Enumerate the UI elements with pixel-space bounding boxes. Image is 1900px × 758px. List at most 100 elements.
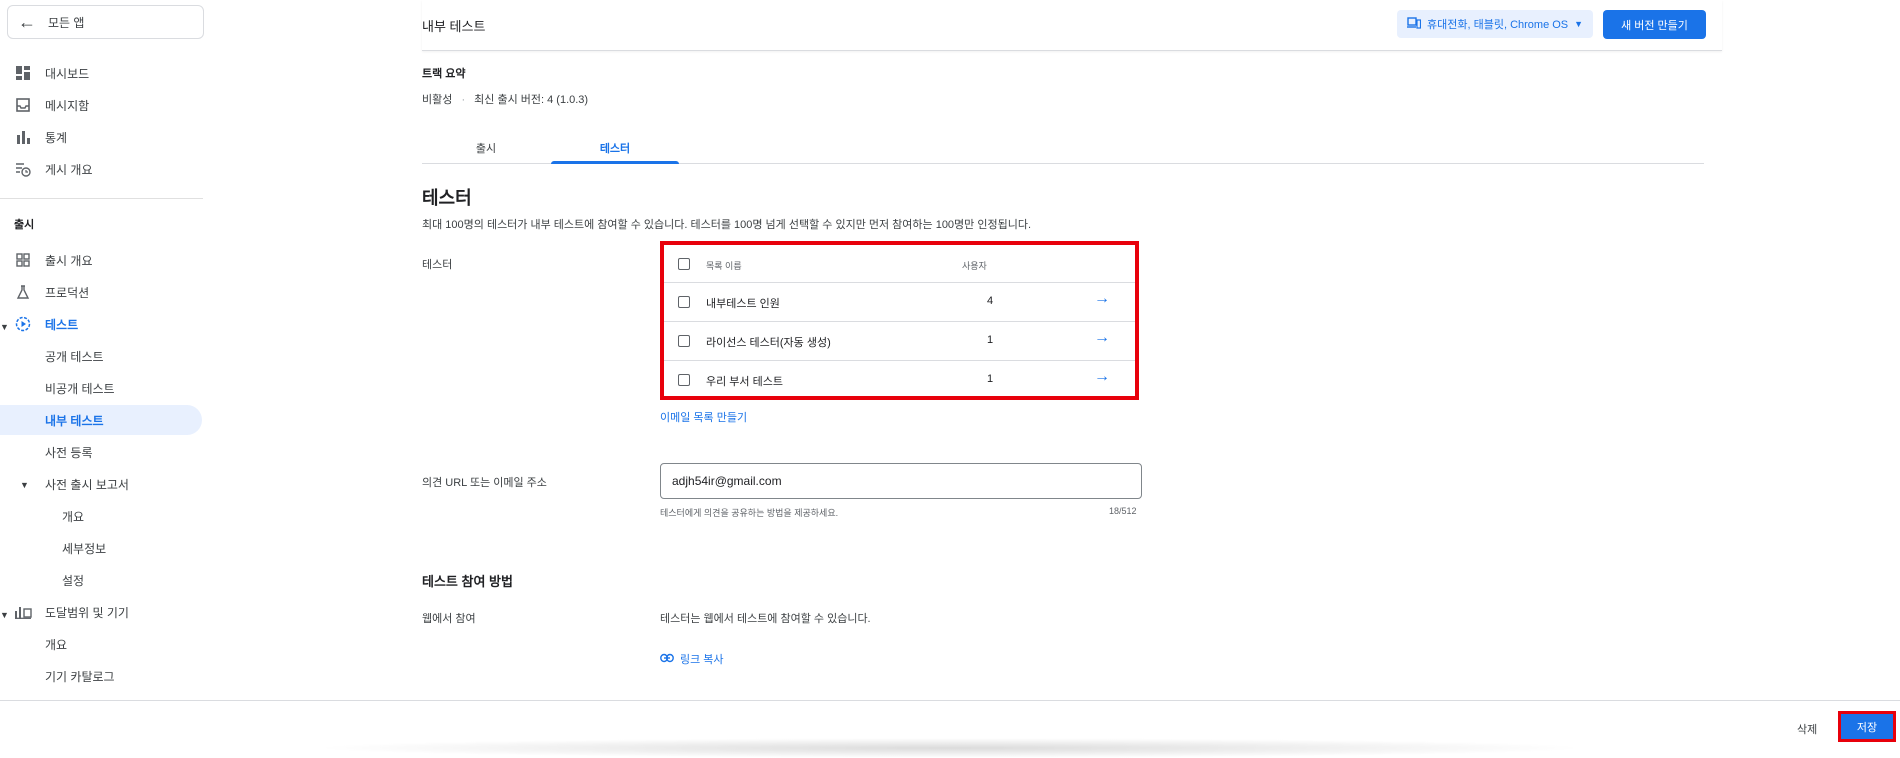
row-checkbox[interactable]: [678, 335, 690, 347]
sidebar-item-label: 설정: [62, 573, 85, 588]
production-icon: [14, 283, 32, 301]
sidebar-item-open-testing[interactable]: 공개 테스트: [0, 341, 202, 371]
testers-label: 테스터: [422, 259, 453, 271]
sidebar-item-label: 테스트: [45, 317, 79, 332]
save-button[interactable]: 저장: [1838, 711, 1896, 742]
sidebar-item-label: 통계: [45, 130, 68, 145]
track-summary-title: 트랙 요약: [422, 68, 466, 80]
testing-icon: [14, 315, 32, 333]
back-arrow-icon: ←: [18, 11, 36, 32]
page-header: 내부 테스트 휴대전화, 태블릿, Chrome OS ▼ 새 버전 만들기: [422, 0, 1722, 51]
sidebar-item-label: 기기 카탈로그: [45, 669, 115, 684]
sidebar-item-label: 프로덕션: [45, 285, 90, 300]
sidebar-item-label: 사전 등록: [45, 445, 93, 460]
latest-release-version: 최신 출시 버전: 4 (1.0.3): [474, 94, 589, 106]
user-count: 1: [987, 373, 994, 385]
sidebar-item-prelaunch-settings[interactable]: 설정: [0, 565, 202, 595]
tab-bar: 출시 테스터: [422, 134, 1704, 164]
device-type-dropdown[interactable]: 휴대전화, 태블릿, Chrome OS ▼: [1397, 10, 1593, 38]
devices-icon: [1407, 16, 1422, 32]
sidebar-item-release-overview[interactable]: 출시 개요: [0, 245, 202, 275]
track-summary-line: 비활성 · 최신 출시 버전: 4 (1.0.3): [422, 91, 588, 107]
feedback-label: 의견 URL 또는 이메일 주소: [422, 477, 547, 489]
sidebar-item-label: 메시지함: [45, 98, 90, 113]
sidebar-item-prelaunch-details[interactable]: 세부정보: [0, 533, 202, 563]
sidebar-section-release: 출시: [14, 219, 35, 231]
sidebar-item-label: 공개 테스트: [45, 349, 104, 364]
sidebar-item-label: 대시보드: [45, 66, 90, 81]
feedback-url-input[interactable]: [660, 463, 1142, 499]
character-counter: 18/512: [1109, 506, 1137, 516]
row-checkbox[interactable]: [678, 296, 690, 308]
all-apps-label: 모든 앱: [48, 15, 85, 30]
join-method-heading: 테스트 참여 방법: [422, 574, 513, 589]
user-count: 1: [987, 334, 994, 346]
arrow-right-icon[interactable]: →: [1094, 290, 1110, 308]
release-overview-icon: [14, 251, 32, 269]
device-type-label: 휴대전화, 태블릿, Chrome OS: [1427, 19, 1569, 31]
list-name: 라이선스 테스터(자동 생성): [706, 337, 831, 349]
track-status: 비활성: [422, 94, 453, 106]
publishing-overview-icon: [14, 160, 32, 178]
delete-button[interactable]: 삭제: [1797, 721, 1817, 737]
chevron-down-icon: ▼: [1574, 19, 1584, 29]
table-row[interactable]: 우리 부서 테스트 1 →: [664, 361, 1135, 400]
sidebar-item-label: 내부 테스트: [45, 413, 104, 428]
tab-testers[interactable]: 테스터: [551, 140, 679, 156]
sidebar-item-reach-devices[interactable]: 도달범위 및 기기: [0, 597, 202, 627]
active-tab-indicator: [551, 161, 679, 164]
all-apps-button[interactable]: ← 모든 앱: [7, 5, 204, 39]
user-count: 4: [987, 295, 994, 307]
sidebar-item-label: 개요: [62, 509, 85, 524]
separator-dot: ·: [461, 94, 466, 106]
sidebar-item-closed-testing[interactable]: 비공개 테스트: [0, 373, 202, 403]
tab-releases[interactable]: 출시: [422, 140, 550, 156]
table-header: 목록 이름 사용자: [664, 245, 1135, 283]
testers-heading: 테스터: [422, 188, 472, 208]
sidebar-item-label: 개요: [45, 637, 68, 652]
testers-description: 최대 100명의 테스터가 내부 테스트에 참여할 수 있습니다. 테스터를 1…: [422, 219, 1032, 231]
sidebar-divider: [0, 198, 203, 199]
copy-link-button[interactable]: 링크 복사: [660, 651, 724, 667]
link-icon: [660, 653, 674, 666]
arrow-right-icon[interactable]: →: [1094, 368, 1110, 386]
sidebar-item-prelaunch-overview[interactable]: 개요: [0, 501, 202, 531]
sidebar-item-device-catalog[interactable]: 기기 카탈로그: [0, 661, 202, 691]
sidebar-item-publishing-overview[interactable]: 게시 개요: [0, 154, 202, 184]
sidebar-item-label: 게시 개요: [45, 162, 93, 177]
sidebar-item-internal-testing[interactable]: 내부 테스트: [0, 405, 202, 435]
tester-lists-table: 목록 이름 사용자 내부테스트 인원 4 → 라이선스 테스터(자동 생성) 1…: [660, 241, 1139, 400]
page-title: 내부 테스트: [422, 19, 486, 34]
join-on-web-text: 테스터는 웹에서 테스트에 참여할 수 있습니다.: [660, 613, 871, 625]
table-row[interactable]: 라이선스 테스터(자동 생성) 1 →: [664, 322, 1135, 361]
sidebar-item-statistics[interactable]: 통계: [0, 122, 202, 152]
sidebar-item-pre-launch-report[interactable]: 사전 출시 보고서: [0, 469, 202, 499]
list-name: 우리 부서 테스트: [706, 376, 783, 388]
select-all-checkbox[interactable]: [678, 258, 690, 270]
reach-devices-icon: [14, 603, 32, 621]
dashboard-icon: [14, 64, 32, 82]
sidebar-item-label: 비공개 테스트: [45, 381, 115, 396]
bar-chart-icon: [14, 128, 32, 146]
column-header-users: 사용자: [962, 261, 987, 271]
row-checkbox[interactable]: [678, 374, 690, 386]
sidebar-item-reach-overview[interactable]: 개요: [0, 629, 202, 659]
sidebar-item-pre-registration[interactable]: 사전 등록: [0, 437, 202, 467]
sidebar-item-label: 도달범위 및 기기: [45, 605, 129, 620]
sidebar-item-dashboard[interactable]: 대시보드: [0, 58, 202, 88]
arrow-right-icon[interactable]: →: [1094, 329, 1110, 347]
sidebar-item-production[interactable]: 프로덕션: [0, 277, 202, 307]
create-email-list-link[interactable]: 이메일 목록 만들기: [660, 409, 747, 425]
copy-link-label: 링크 복사: [680, 654, 724, 666]
feedback-helper-text: 테스터에게 의견을 공유하는 방법을 제공하세요.: [660, 508, 839, 518]
inbox-icon: [14, 96, 32, 114]
create-new-release-button[interactable]: 새 버전 만들기: [1603, 10, 1706, 39]
table-row[interactable]: 내부테스트 인원 4 →: [664, 283, 1135, 322]
column-header-list-name: 목록 이름: [706, 261, 742, 271]
sidebar-item-label: 사전 출시 보고서: [45, 477, 129, 492]
sidebar-item-label: 출시 개요: [45, 253, 93, 268]
sidebar-item-testing[interactable]: 테스트: [0, 309, 202, 339]
list-name: 내부테스트 인원: [706, 298, 780, 310]
sidebar-item-label: 세부정보: [62, 541, 107, 556]
sidebar-item-inbox[interactable]: 메시지함: [0, 90, 202, 120]
